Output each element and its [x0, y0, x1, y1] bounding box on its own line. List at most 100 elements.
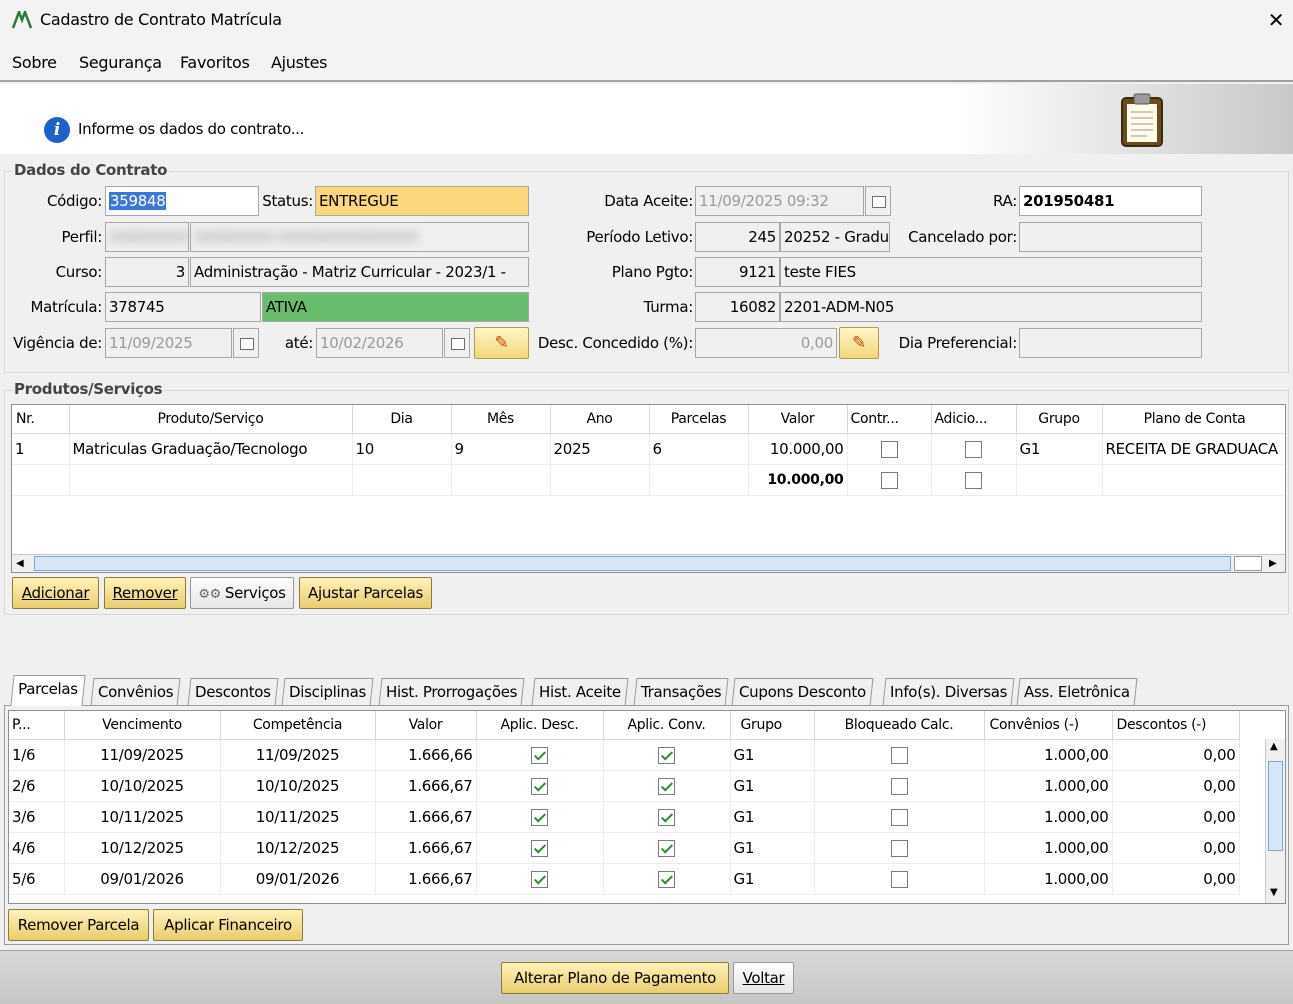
tab-hist-prorrogacoes[interactable]: Hist. Prorrogações	[378, 678, 525, 706]
turma-code-field: 16082	[695, 292, 780, 322]
plano-desc-field: teste FIES	[780, 257, 1202, 287]
table-row[interactable]: 5/6 09/01/2026 09/01/2026 1.666,67 G1 1.000,…	[9, 863, 1240, 895]
plano-code-field: 9121	[695, 257, 780, 287]
bloqueado-checkbox[interactable]	[890, 870, 908, 888]
col-grupo[interactable]: Grupo	[730, 711, 815, 740]
products-grid[interactable]: Nr. Produto/Serviço Dia Mês Ano Parcelas…	[11, 404, 1286, 573]
parcelas-header-row: P... Vencimento Competência Valor Aplic.…	[9, 711, 1240, 740]
scroll-up-icon[interactable]: ▲	[1270, 741, 1278, 752]
table-row[interactable]: 1 Matriculas Graduação/Tecnologo 10 9 20…	[12, 433, 1285, 465]
vigencia-de-field[interactable]: 11/09/2025	[105, 328, 232, 358]
table-row[interactable]: 1/6 11/09/2025 11/09/2025 1.666,66 G1 1.000,…	[9, 739, 1240, 771]
scroll-thumb[interactable]	[1268, 761, 1283, 851]
col-valor[interactable]: Valor	[748, 405, 848, 434]
ra-field[interactable]: 201950481	[1019, 186, 1202, 216]
menu-sobre[interactable]: Sobre	[12, 53, 57, 72]
col-adicio[interactable]: Adicio...	[931, 405, 1017, 434]
col-descontos[interactable]: Descontos (-)	[1112, 711, 1240, 740]
voltar-button[interactable]: Voltar	[733, 962, 794, 994]
aplic-desc-checkbox[interactable]	[531, 808, 548, 826]
calendar-icon[interactable]	[233, 328, 259, 358]
col-mes[interactable]: Mês	[451, 405, 551, 434]
col-ano[interactable]: Ano	[550, 405, 650, 434]
menu-favoritos[interactable]: Favoritos	[180, 53, 250, 72]
col-plano[interactable]: Plano de Conta	[1102, 405, 1285, 434]
parcelas-grid[interactable]: P... Vencimento Competência Valor Aplic.…	[8, 710, 1286, 904]
tab-cupons-desconto[interactable]: Cupons Desconto	[731, 678, 874, 706]
total-valor: 10.000,00	[748, 464, 848, 496]
aplic-conv-checkbox[interactable]	[658, 870, 675, 888]
servicos-button[interactable]: ⚙⚙ Serviços	[190, 577, 294, 609]
turma-label: Turma:	[643, 298, 694, 316]
aplic-conv-checkbox[interactable]	[658, 777, 675, 795]
col-parcelas[interactable]: Parcelas	[649, 405, 749, 434]
col-produto[interactable]: Produto/Serviço	[69, 405, 353, 434]
calendar-icon[interactable]	[865, 186, 891, 216]
desc-concedido-field[interactable]: 0,00	[695, 328, 837, 358]
col-aplic-conv[interactable]: Aplic. Conv.	[603, 711, 731, 740]
contr-checkbox[interactable]	[880, 471, 898, 489]
col-contr[interactable]: Contr...	[847, 405, 932, 434]
aplic-conv-checkbox[interactable]	[658, 839, 675, 857]
horizontal-scrollbar[interactable]: ◀ ▶	[12, 554, 1285, 572]
bloqueado-checkbox[interactable]	[890, 808, 908, 826]
adicio-checkbox[interactable]	[965, 471, 982, 489]
aplic-conv-checkbox[interactable]	[658, 808, 675, 826]
ra-label: RA:	[993, 192, 1017, 210]
col-bloqueado[interactable]: Bloqueado Calc.	[814, 711, 985, 740]
aplicar-financeiro-button[interactable]: Aplicar Financeiro	[153, 909, 303, 941]
scroll-right-icon[interactable]: ▶	[1269, 558, 1277, 569]
menu-ajustes[interactable]: Ajustes	[271, 53, 328, 72]
edit-desc-pencil-icon[interactable]: ✎	[839, 327, 879, 359]
bloqueado-checkbox[interactable]	[890, 746, 908, 764]
ajustar-parcelas-button[interactable]: Ajustar Parcelas	[299, 577, 432, 609]
aplic-desc-checkbox[interactable]	[531, 839, 548, 857]
edit-vigencia-pencil-icon[interactable]: ✎	[474, 327, 529, 359]
tab-hist-aceite[interactable]: Hist. Aceite	[531, 678, 629, 706]
data-aceite-label: Data Aceite:	[604, 192, 693, 210]
calendar-icon[interactable]	[444, 328, 470, 358]
contract-legend: Dados do Contrato	[12, 161, 170, 179]
menu-seguranca[interactable]: Segurança	[79, 53, 162, 72]
aplic-conv-checkbox[interactable]	[658, 746, 675, 764]
tab-parcelas[interactable]: Parcelas	[10, 675, 86, 706]
table-row[interactable]: 4/6 10/12/2025 10/12/2025 1.666,67 G1 1.000,…	[9, 832, 1240, 864]
dia-pref-field[interactable]	[1019, 328, 1202, 358]
tab-infos-diversas[interactable]: Info(s). Diversas	[882, 678, 1015, 706]
col-aplic-desc[interactable]: Aplic. Desc.	[476, 711, 604, 740]
data-aceite-field[interactable]: 11/09/2025 09:32	[695, 186, 864, 216]
col-vencimento[interactable]: Vencimento	[64, 711, 221, 740]
scroll-thumb[interactable]	[34, 556, 1231, 571]
tab-descontos[interactable]: Descontos	[187, 678, 279, 706]
col-convenios[interactable]: Convênios (-)	[984, 711, 1113, 740]
tab-disciplinas[interactable]: Disciplinas	[281, 678, 374, 706]
table-row[interactable]: 2/6 10/10/2025 10/10/2025 1.666,67 G1 1.000,…	[9, 770, 1240, 802]
table-row[interactable]: 3/6 10/11/2025 10/11/2025 1.666,67 G1 1.000,…	[9, 801, 1240, 833]
col-grupo[interactable]: Grupo	[1016, 405, 1103, 434]
adicio-checkbox[interactable]	[965, 440, 982, 458]
aplic-desc-checkbox[interactable]	[531, 870, 548, 888]
col-dia[interactable]: Dia	[352, 405, 452, 434]
contr-checkbox[interactable]	[880, 440, 898, 458]
bloqueado-checkbox[interactable]	[890, 839, 908, 857]
scroll-left-icon[interactable]: ◀	[16, 558, 24, 569]
vigencia-ate-field[interactable]: 10/02/2026	[316, 328, 443, 358]
col-valor[interactable]: Valor	[375, 711, 477, 740]
aplic-desc-checkbox[interactable]	[531, 777, 548, 795]
col-p[interactable]: P...	[9, 711, 65, 740]
adicionar-button[interactable]: Adicionar	[12, 577, 99, 609]
tab-transacoes[interactable]: Transações	[633, 678, 729, 706]
remover-parcela-button[interactable]: Remover Parcela	[8, 909, 149, 941]
tab-ass-eletronica[interactable]: Ass. Eletrônica	[1016, 678, 1138, 706]
col-competencia[interactable]: Competência	[220, 711, 376, 740]
col-nr[interactable]: Nr.	[12, 405, 70, 434]
tab-convenios[interactable]: Convênios	[90, 678, 181, 706]
remover-button[interactable]: Remover	[104, 577, 186, 609]
aplic-desc-checkbox[interactable]	[531, 746, 548, 764]
bloqueado-checkbox[interactable]	[890, 777, 908, 795]
vertical-scrollbar[interactable]: ▲ ▼	[1265, 739, 1285, 903]
close-icon[interactable]: ✕	[1264, 6, 1288, 34]
alterar-plano-button[interactable]: Alterar Plano de Pagamento	[501, 962, 729, 994]
scroll-down-icon[interactable]: ▼	[1270, 887, 1278, 898]
codigo-field[interactable]: 359848	[105, 186, 259, 216]
